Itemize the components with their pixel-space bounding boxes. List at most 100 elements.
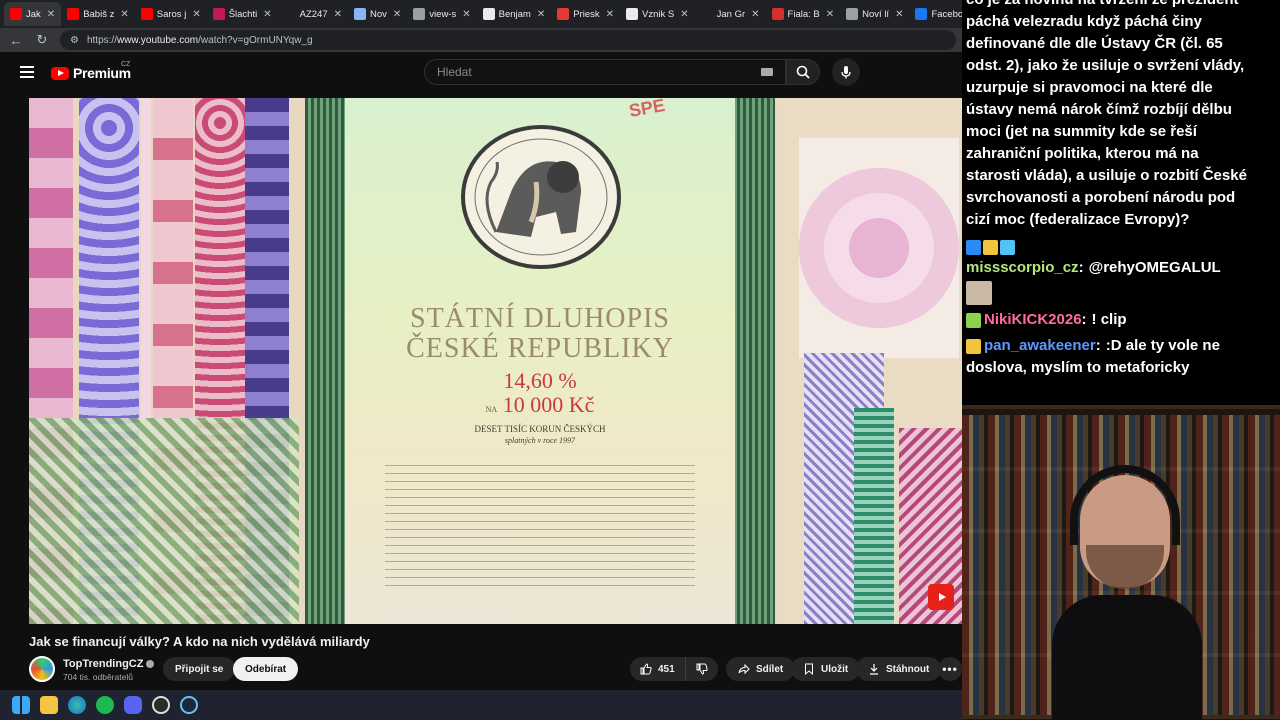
lion-emblem (461, 125, 621, 269)
dislike-button[interactable] (685, 657, 718, 681)
keyboard-icon[interactable] (761, 68, 773, 76)
site-info-icon[interactable]: ⚙ (70, 35, 79, 46)
browser-tab[interactable]: Benjam ✕ (477, 2, 552, 26)
bond-amount: NA 10 000 Kč (345, 392, 735, 418)
tab-label: Noví lí (862, 8, 890, 20)
bond-payable: splatných v roce 1997 (504, 436, 576, 445)
edge-browser-icon[interactable] (68, 696, 86, 714)
join-button[interactable]: Připojit se (163, 657, 236, 681)
voice-search-button[interactable] (832, 58, 860, 86)
browser-tab[interactable]: Noví lí ✕ (840, 2, 909, 26)
bond-document: STÁTNÍ DLUHOPIS ČESKÉ REPUBLIKY 14,60 % … (305, 98, 775, 624)
channel-name[interactable]: TopTrendingCZ (63, 658, 143, 670)
browser-tab[interactable]: Babiš z ✕ (61, 2, 135, 26)
url-text: https://www.youtube.com/watch?v=gOrmUNYq… (86, 34, 313, 46)
steam-icon[interactable] (180, 696, 198, 714)
tab-label: Šlachti (228, 8, 258, 20)
discord-icon[interactable] (124, 696, 142, 714)
channel-avatar[interactable] (29, 656, 55, 682)
hamburger-menu-icon[interactable] (20, 66, 34, 78)
search-button[interactable] (786, 59, 820, 85)
close-tab-icon[interactable]: ✕ (895, 9, 903, 20)
close-tab-icon[interactable]: ✕ (537, 9, 545, 20)
chat-text-line: odst. 2), jako že usiluje o svržení vlád… (966, 57, 1245, 74)
browser-tab[interactable]: Saros j ✕ (135, 2, 207, 26)
address-bar[interactable]: ⚙ https://www.youtube.com/watch?v=gOrmUN… (60, 30, 956, 50)
browser-tab[interactable]: Nov ✕ (348, 2, 407, 26)
youtube-logo[interactable]: Premium CZ (51, 61, 131, 81)
browser-tab[interactable]: Priesk ✕ (551, 2, 620, 26)
chat-text-line: svrchovanosti a porobení národu pod (966, 189, 1236, 206)
chat-text-line: moci (jet na summity kde se řeší (966, 123, 1197, 140)
obs-icon[interactable] (152, 696, 170, 714)
banknote-stripe (29, 418, 299, 624)
close-tab-icon[interactable]: ✕ (606, 9, 614, 20)
close-tab-icon[interactable]: ✕ (680, 9, 688, 20)
browser-tab[interactable]: Jak ✕ (4, 2, 62, 26)
windows-start-icon[interactable] (12, 696, 30, 714)
chat-username[interactable]: missscorpio_cz (966, 259, 1079, 276)
search-input[interactable]: Hledat (424, 59, 786, 85)
chat-text-line: definované dle dle Ústavy ČR (čl. 65 (966, 35, 1223, 52)
chat-separator: : (1078, 259, 1084, 276)
browser-tab[interactable]: Fiala: B ✕ (766, 2, 841, 26)
stream-chat: co je za novinu na tvrzení že prezident p… (962, 0, 1280, 405)
save-button[interactable]: Uložit (791, 657, 861, 681)
close-tab-icon[interactable]: ✕ (263, 9, 271, 20)
chat-username[interactable]: pan_awakeener (984, 337, 1096, 354)
spotify-icon[interactable] (96, 696, 114, 714)
close-tab-icon[interactable]: ✕ (393, 9, 401, 20)
browser-tab[interactable]: Vznik S ✕ (620, 2, 695, 26)
browser-tab[interactable]: view-s ✕ (407, 2, 476, 26)
tab-label: Vznik S (642, 8, 675, 20)
back-arrow-icon[interactable]: ← (8, 33, 24, 48)
subscribe-watermark[interactable] (928, 584, 954, 610)
browser-tab[interactable]: Šlachti ✕ (207, 2, 278, 26)
bond-words: DESET TISÍC KORUN ČESKÝCH (474, 424, 606, 434)
share-button[interactable]: Sdílet (726, 657, 796, 681)
close-tab-icon[interactable]: ✕ (334, 9, 342, 20)
chat-username[interactable]: NikiKICK2026 (984, 311, 1082, 328)
close-tab-icon[interactable]: ✕ (120, 9, 128, 20)
download-button[interactable]: Stáhnout (856, 657, 942, 681)
cat-emote-icon (966, 281, 992, 305)
chat-message: NikiKICK2026:! clip (966, 309, 1276, 331)
subscribe-label: Odebírat (245, 663, 287, 675)
more-actions-button[interactable]: ••• (938, 657, 962, 681)
browser-tab[interactable]: Jan Gr ✕ (695, 2, 766, 26)
streamer (1052, 465, 1202, 720)
close-tab-icon[interactable]: ✕ (462, 9, 470, 20)
close-tab-icon[interactable]: ✕ (826, 9, 834, 20)
windows-taskbar (0, 690, 962, 720)
chat-message-text: co je za novinu na tvrzení že prezident p… (966, 0, 1276, 231)
reload-icon[interactable]: ↻ (34, 32, 50, 48)
close-tab-icon[interactable]: ✕ (47, 9, 55, 20)
news-icon (771, 8, 784, 20)
chat-text-line: starosti vláda), a usiluje o rozbití Čes… (966, 167, 1247, 184)
streamer-beard (1086, 545, 1164, 589)
tab-label: Babiš z (83, 8, 115, 20)
browser-tab[interactable]: Facebo✕ (909, 2, 962, 26)
verified-icon (146, 660, 155, 669)
tab-label: view-s (429, 8, 457, 20)
close-tab-icon[interactable]: ✕ (192, 9, 200, 20)
like-button[interactable]: 451 (630, 657, 685, 681)
doc-icon (482, 8, 495, 20)
file-explorer-icon[interactable] (40, 696, 58, 714)
video-player[interactable]: STÁTNÍ DLUHOPIS ČESKÉ REPUBLIKY 14,60 % … (29, 98, 962, 624)
chat-message: missscorpio_cz: @rehyOMEGALUL (966, 257, 1276, 279)
browser-tab[interactable]: AZ247 ✕ (278, 2, 348, 26)
channel-name-row[interactable]: TopTrendingCZ (63, 658, 155, 670)
youtube-header: Premium CZ Hledat (0, 52, 962, 94)
banknote-stripe (854, 408, 894, 624)
close-tab-icon[interactable]: ✕ (751, 9, 759, 20)
logo-region: CZ (121, 61, 131, 68)
headphones (1070, 465, 1180, 545)
sub-badge-icon (966, 338, 981, 354)
join-label: Připojit se (175, 663, 224, 675)
cube-badge-icon (1000, 240, 1015, 256)
download-icon (870, 664, 878, 675)
thumbs-down-icon (696, 663, 708, 675)
chat-text-line: páchá velezradu když páchá činy (966, 13, 1202, 30)
subscribe-button[interactable]: Odebírat (233, 657, 299, 681)
